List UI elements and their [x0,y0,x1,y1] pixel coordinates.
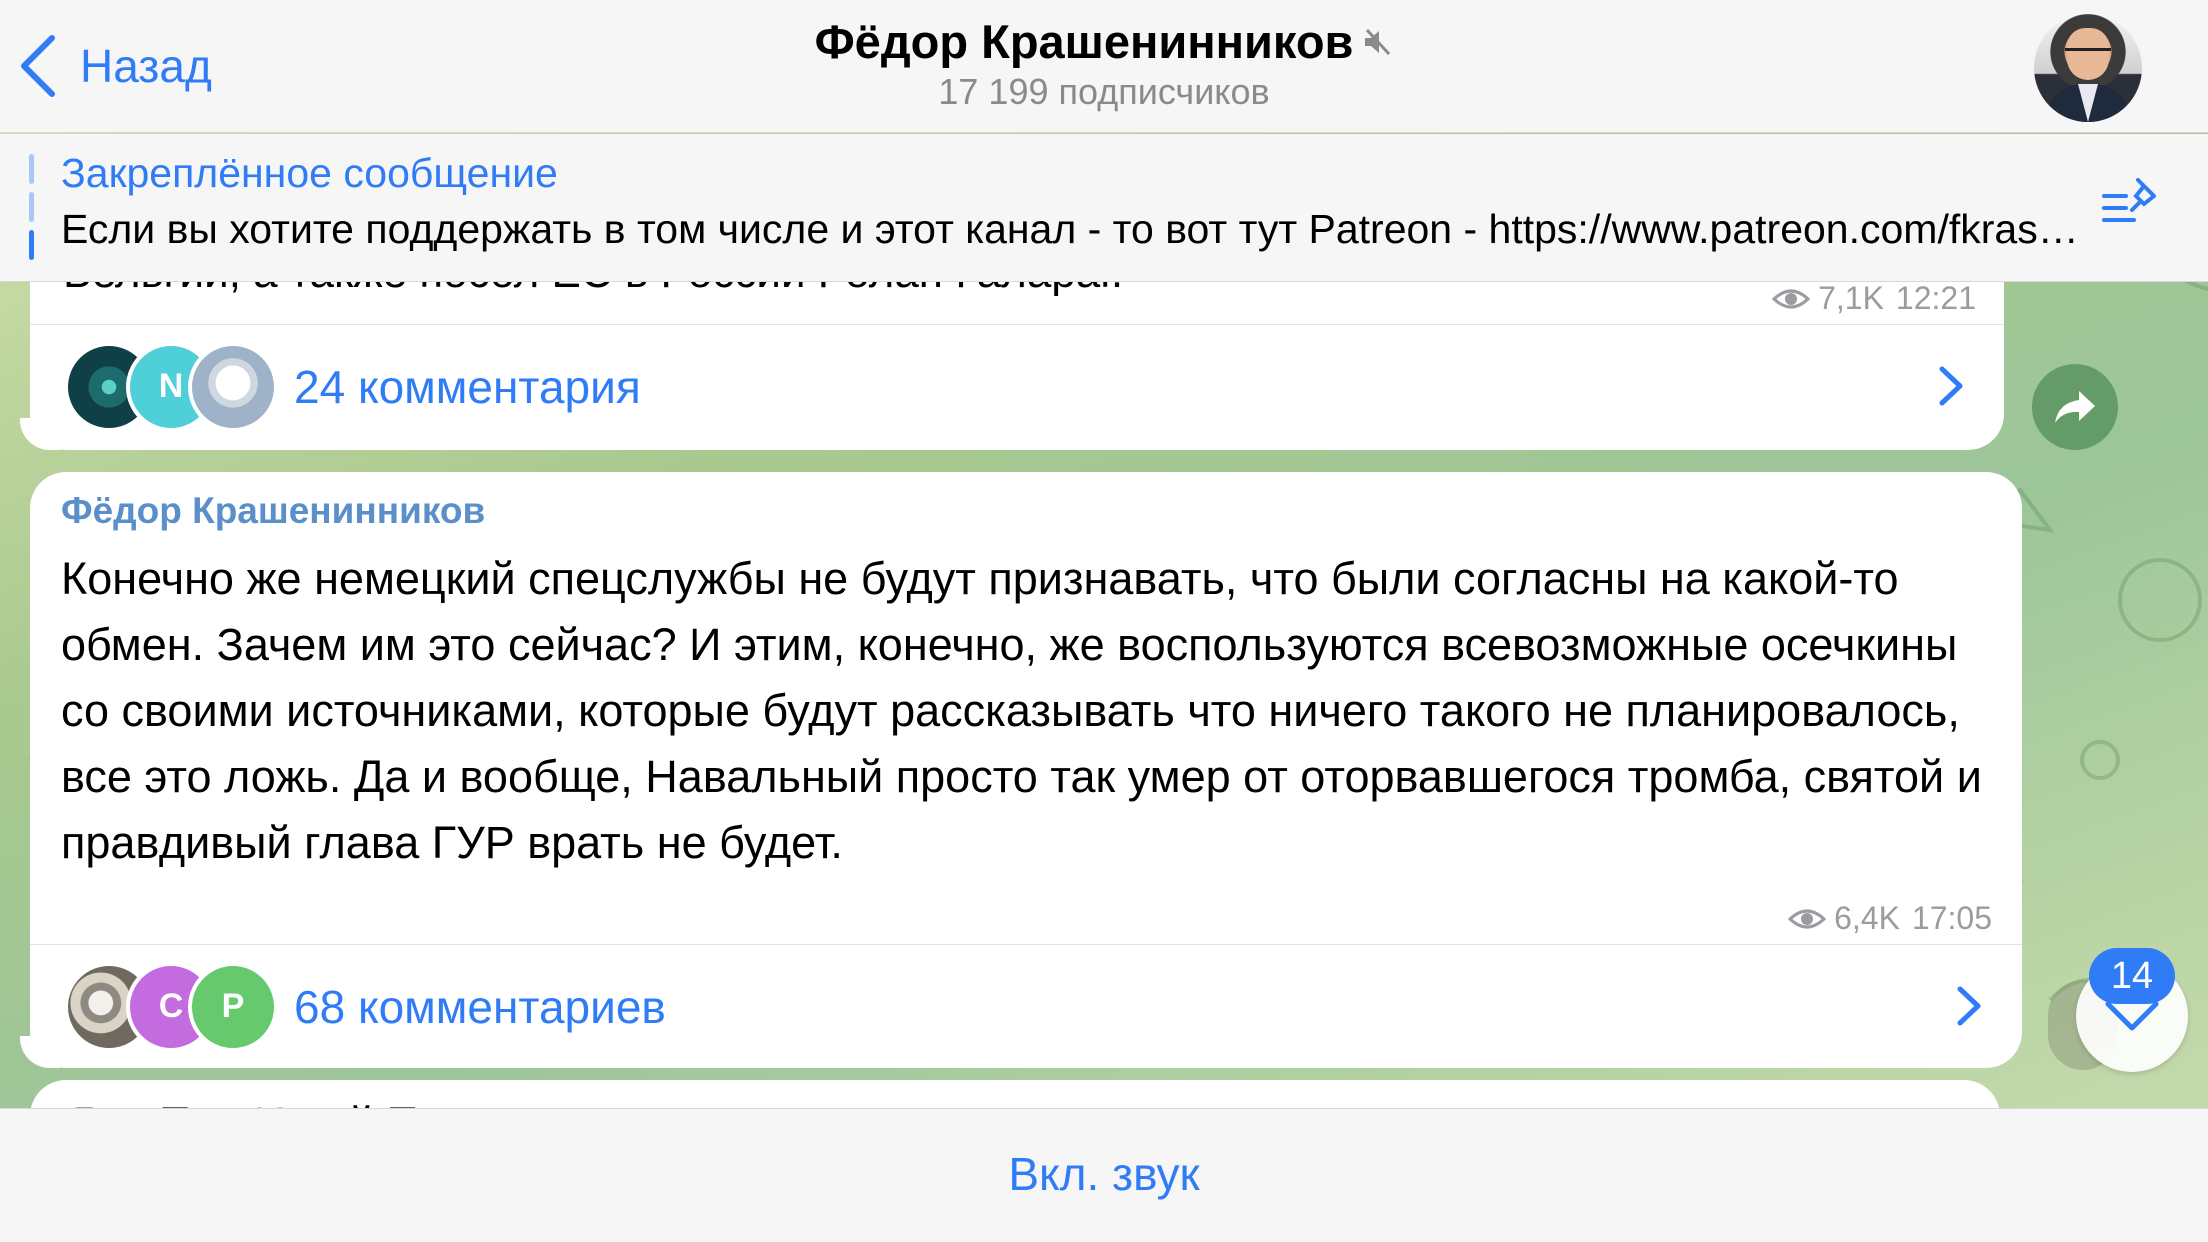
chevron-left-icon [21,35,55,97]
unread-count-badge: 14 [2089,948,2175,1004]
commenter-avatars: N [64,341,294,432]
chevron-down-icon [2105,1001,2159,1031]
message-meta: 7,1K 12:21 [1772,280,1976,317]
view-count: 7,1K [1818,280,1884,316]
message-meta: 6,4K 17:05 [1788,900,1992,937]
commenter-avatar [188,341,278,432]
message-author: Фёдор Крашенинников [61,490,486,531]
back-label: Назад [80,40,212,92]
chat-header: Назад Фёдор Крашенинников 17 199 подписч… [0,0,2208,133]
share-arrow-icon [2055,391,2095,423]
message-time: 12:21 [1895,280,1976,316]
comments-link[interactable]: C P 68 комментариев [30,944,2022,1068]
unmute-button[interactable]: Вкл. звук [804,1147,1404,1201]
channel-title: Фёдор Крашенинников [815,14,1394,69]
commenter-avatar: P [188,961,278,1052]
message-bubble[interactable]: Фёдор Крашенинников Конечно же немецкий … [30,472,2022,1068]
message-text: Конечно же немецкий спецслужбы не будут … [61,553,1982,868]
view-count: 6,4K [1834,900,1900,936]
back-button[interactable]: Назад [18,28,212,104]
message-time: 17:05 [1911,900,1992,936]
pinned-title: Закреплённое сообщение [61,150,558,196]
chevron-right-icon [1939,366,1963,406]
chevron-right-icon [1957,986,1981,1026]
avatar-glasses [2065,48,2111,58]
eye-icon [1772,289,1811,308]
channel-avatar[interactable] [2034,14,2142,122]
chat-title-area[interactable]: Фёдор Крашенинников 17 199 подписчиков [604,14,1604,113]
muted-speaker-icon [1361,14,1393,69]
comments-link[interactable]: N 24 комментария [30,324,2004,448]
comments-count: 24 комментария [294,360,641,413]
message-bubble[interactable]: Бельгии, а также посол ЕС в России Ролан… [30,260,2004,450]
share-button[interactable] [2032,364,2118,450]
pinned-message-bar[interactable]: Закреплённое сообщение Если вы хотите по… [0,134,2208,282]
pinned-indicator [29,154,34,262]
commenter-avatars: C P [64,961,294,1052]
subscriber-count: 17 199 подписчиков [938,71,1270,112]
pinned-text: Если вы хотите поддержать в том числе и … [61,206,2101,252]
pinned-list-icon[interactable] [2100,174,2164,235]
comments-count: 68 комментариев [294,980,666,1033]
bottom-bar: Вкл. звук [0,1108,2208,1242]
eye-icon [1788,909,1827,928]
